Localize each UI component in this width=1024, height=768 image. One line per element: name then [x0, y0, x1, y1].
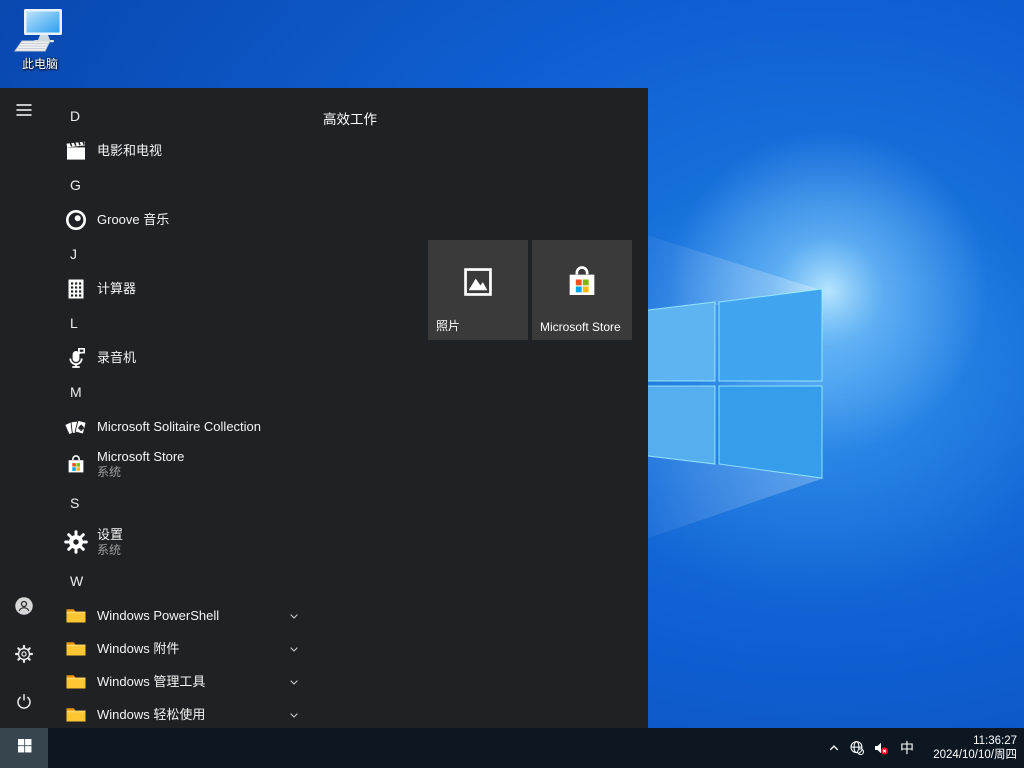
folder-icon: [64, 670, 88, 694]
start-app-item[interactable]: Microsoft Solitaire Collection: [0, 410, 336, 443]
app-group-letter[interactable]: L: [0, 305, 336, 341]
chevron-down-icon[interactable]: [286, 707, 302, 723]
letter-label: J: [70, 246, 77, 262]
system-tray: 中 11:36:27 2024/10/10/周四: [823, 728, 1024, 768]
app-label: 录音机: [97, 350, 136, 366]
app-label: 计算器: [97, 281, 136, 297]
volume-muted-icon: [872, 739, 890, 757]
desktop-icon-this-pc[interactable]: 此电脑: [8, 8, 72, 72]
app-label: Microsoft Store: [97, 449, 184, 465]
app-group-letter[interactable]: D: [0, 98, 336, 134]
app-label: 电影和电视: [97, 143, 162, 159]
desktop: 此电脑 D 电影和电视 G Groove 音乐 J: [0, 0, 1024, 768]
letter-label: M: [70, 384, 82, 400]
start-folder-item[interactable]: Windows 附件: [0, 632, 336, 665]
start-app-item[interactable]: 计算器: [0, 272, 336, 305]
chevron-up-icon: [825, 739, 843, 757]
taskbar-clock[interactable]: 11:36:27 2024/10/10/周四: [921, 734, 1024, 762]
app-label: 设置: [97, 527, 123, 543]
app-group-letter[interactable]: W: [0, 563, 336, 599]
app-sublabel: 系统: [97, 465, 184, 480]
network-offline-icon: [848, 739, 866, 757]
movies-tv-icon: [64, 139, 88, 163]
start-folder-item[interactable]: Windows PowerShell: [0, 599, 336, 632]
app-group-letter[interactable]: J: [0, 236, 336, 272]
chevron-down-icon[interactable]: [286, 674, 302, 690]
chevron-down-icon[interactable]: [286, 608, 302, 624]
start-app-item[interactable]: 电影和电视: [0, 134, 336, 167]
clock-date: 2024/10/10/周四: [921, 748, 1017, 762]
ime-indicator[interactable]: 中: [893, 738, 921, 758]
start-app-item[interactable]: 设置 系统: [0, 521, 336, 563]
calculator-icon: [64, 277, 88, 301]
letter-label: S: [70, 495, 79, 511]
network-status-button[interactable]: [845, 728, 869, 768]
volume-muted-button[interactable]: [869, 728, 893, 768]
tile-label: Microsoft Store: [540, 320, 621, 334]
chevron-down-icon[interactable]: [286, 641, 302, 657]
computer-icon: [8, 8, 72, 54]
photos-icon: [461, 265, 495, 304]
app-label: Windows 管理工具: [97, 674, 205, 690]
letter-label: W: [70, 573, 83, 589]
start-tile[interactable]: Microsoft Store: [532, 240, 632, 340]
app-group-letter[interactable]: G: [0, 167, 336, 203]
app-group-letter[interactable]: M: [0, 374, 336, 410]
tile-label: 照片: [436, 317, 460, 334]
app-label: Windows PowerShell: [97, 608, 219, 624]
letter-label: L: [70, 315, 78, 331]
desktop-icon-label: 此电脑: [8, 55, 72, 72]
clock-time: 11:36:27: [921, 734, 1017, 748]
start-app-item[interactable]: Microsoft Store 系统: [0, 443, 336, 485]
start-menu-app-list: D 电影和电视 G Groove 音乐 J 计算器: [0, 98, 336, 728]
app-group-letter[interactable]: S: [0, 485, 336, 521]
settings-gear-icon: [64, 530, 88, 554]
hidden-icons-button[interactable]: [823, 728, 845, 768]
taskbar: 中 11:36:27 2024/10/10/周四: [0, 728, 1024, 768]
start-app-item[interactable]: 录音机: [0, 341, 336, 374]
start-app-item[interactable]: Groove 音乐: [0, 203, 336, 236]
app-label: Windows 轻松使用: [97, 707, 205, 723]
start-button[interactable]: [0, 728, 48, 768]
folder-icon: [64, 637, 88, 661]
letter-label: D: [70, 108, 80, 124]
start-menu: D 电影和电视 G Groove 音乐 J 计算器: [0, 88, 648, 728]
folder-icon: [64, 604, 88, 628]
app-label: Groove 音乐: [97, 212, 169, 228]
letter-label: G: [70, 177, 81, 193]
windows-logo-icon: [16, 737, 33, 759]
tile-group-title[interactable]: 高效工作: [323, 108, 377, 128]
app-sublabel: 系统: [97, 543, 123, 558]
folder-icon: [64, 703, 88, 727]
store-icon: [562, 261, 602, 306]
start-tile[interactable]: 照片: [428, 240, 528, 340]
groove-music-icon: [64, 208, 88, 232]
app-label: Microsoft Solitaire Collection: [97, 419, 261, 435]
start-folder-item[interactable]: Windows 管理工具: [0, 665, 336, 698]
app-label: Windows 附件: [97, 641, 179, 657]
solitaire-icon: [64, 415, 88, 439]
start-folder-item[interactable]: Windows 轻松使用: [0, 698, 336, 728]
store-icon: [64, 452, 88, 476]
voice-recorder-icon: [64, 346, 88, 370]
